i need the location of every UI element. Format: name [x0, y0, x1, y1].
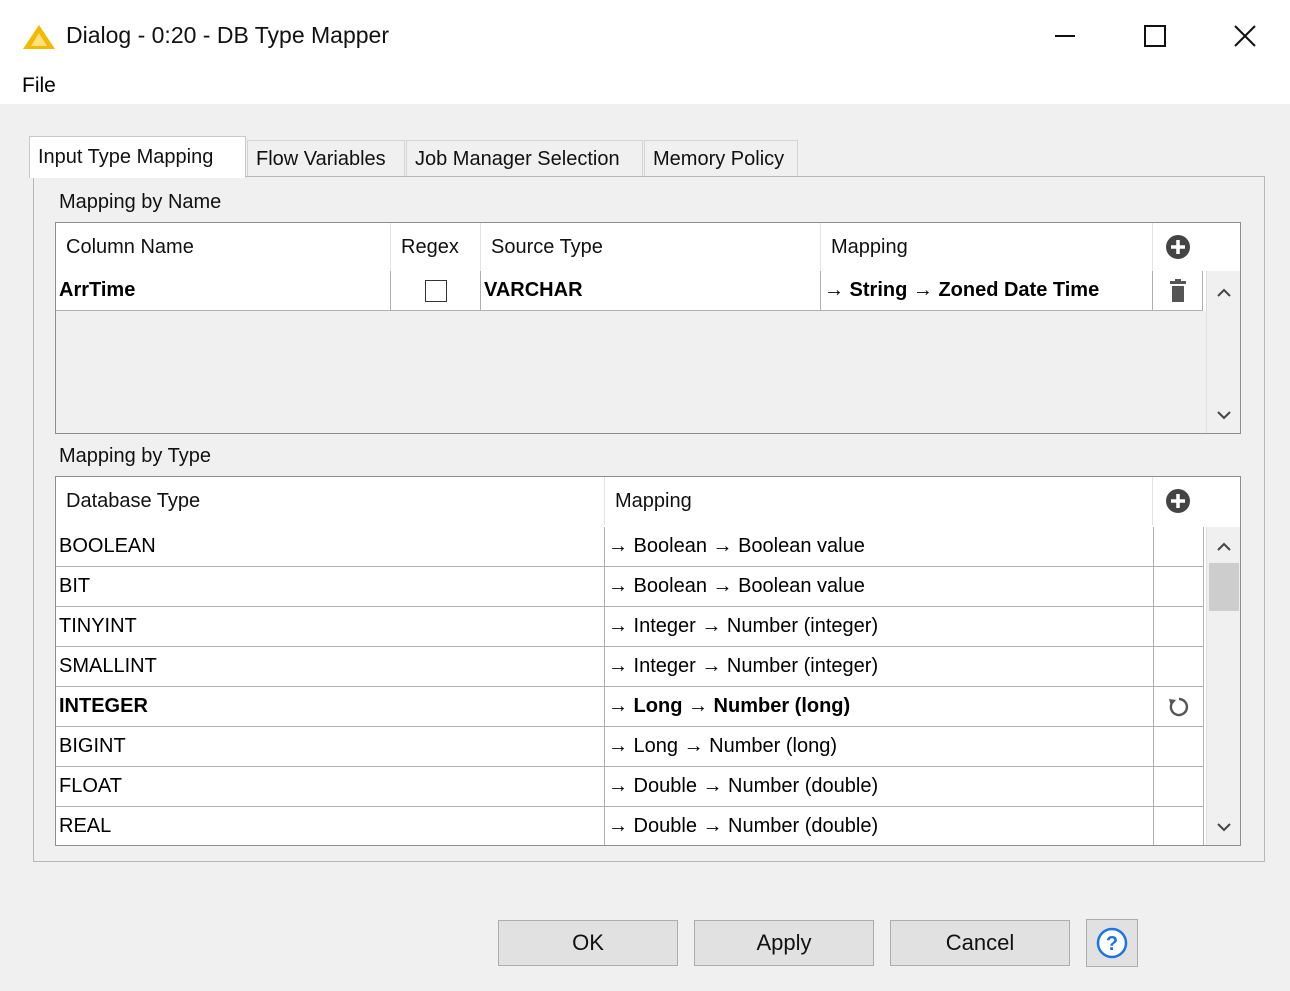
reset-icon	[1168, 697, 1188, 716]
tab-input-type-mapping[interactable]: Input Type Mapping	[29, 136, 246, 178]
add-type-mapping-button[interactable]	[1153, 477, 1203, 525]
cell-database-type[interactable]: SMALLINT	[56, 647, 605, 687]
column-header-regex[interactable]: Regex	[391, 223, 481, 271]
window-title: Dialog - 0:20 - DB Type Mapper	[66, 22, 390, 48]
cell-column-name[interactable]: ArrTime	[56, 271, 391, 311]
column-header-mapping[interactable]: Mapping	[821, 223, 1153, 271]
plus-circle-icon	[1166, 489, 1190, 513]
regex-checkbox[interactable]	[424, 279, 447, 302]
scroll-down-arrow-icon[interactable]	[1207, 403, 1241, 427]
cell-database-type[interactable]: BIGINT	[56, 727, 605, 767]
trash-icon	[1169, 278, 1186, 302]
cancel-button[interactable]: Cancel	[890, 920, 1070, 966]
mapping-by-name-table: Column Name Regex Source Type Mapping Ar…	[55, 222, 1241, 434]
menu-file[interactable]: File	[22, 74, 56, 98]
cell-action	[1154, 727, 1204, 767]
cell-action	[1154, 527, 1204, 567]
cell-mapping[interactable]: → String → Zoned Date Time	[821, 271, 1153, 311]
column-header-database-type[interactable]: Database Type	[56, 477, 605, 525]
cell-type-mapping[interactable]: → Boolean → Boolean value	[605, 527, 1154, 567]
ok-button[interactable]: OK	[498, 920, 678, 966]
help-button[interactable]: ?	[1086, 919, 1138, 967]
cell-database-type[interactable]: INTEGER	[56, 687, 605, 727]
cell-type-mapping[interactable]: → Double → Number (double)	[605, 767, 1154, 807]
vertical-scrollbar[interactable]	[1206, 271, 1241, 433]
cell-action	[1154, 767, 1204, 807]
plus-circle-icon	[1166, 235, 1190, 259]
vertical-scrollbar[interactable]	[1206, 527, 1241, 845]
tab-memory-policy[interactable]: Memory Policy	[644, 140, 798, 177]
scroll-up-arrow-icon[interactable]	[1207, 281, 1241, 305]
cell-type-mapping[interactable]: → Long → Number (long)	[605, 727, 1154, 767]
title-bar: Dialog - 0:20 - DB Type Mapper	[0, 0, 1290, 70]
tab-label: Input Type Mapping	[38, 146, 214, 168]
cell-database-type[interactable]: REAL	[56, 807, 605, 845]
tab-label: Job Manager Selection	[415, 147, 620, 170]
add-name-mapping-button[interactable]	[1153, 223, 1203, 271]
column-header-source-type[interactable]: Source Type	[481, 223, 821, 271]
empty-table-area	[56, 311, 1206, 433]
delete-row-button[interactable]	[1153, 271, 1203, 311]
scrollbar-thumb[interactable]	[1209, 563, 1239, 611]
cell-action	[1154, 607, 1204, 647]
cell-database-type[interactable]: BOOLEAN	[56, 527, 605, 567]
maximize-button[interactable]	[1130, 14, 1180, 58]
tab-job-manager-selection[interactable]: Job Manager Selection	[406, 140, 643, 177]
knime-warning-icon	[23, 25, 55, 49]
mapping-by-name-label: Mapping by Name	[59, 191, 222, 213]
menu-bar: File	[0, 70, 1290, 104]
column-header-type-mapping[interactable]: Mapping	[605, 477, 1153, 525]
column-header-column-name[interactable]: Column Name	[56, 223, 391, 271]
cell-regex[interactable]	[391, 271, 481, 311]
scroll-down-arrow-icon[interactable]	[1207, 815, 1241, 839]
scroll-up-arrow-icon[interactable]	[1207, 535, 1241, 559]
close-button[interactable]	[1220, 14, 1270, 58]
svg-text:?: ?	[1106, 933, 1118, 955]
cell-type-mapping[interactable]: → Boolean → Boolean value	[605, 567, 1154, 607]
tab-label: Memory Policy	[653, 147, 785, 170]
tab-flow-variables[interactable]: Flow Variables	[247, 140, 405, 177]
cell-action	[1154, 567, 1204, 607]
cell-database-type[interactable]: BIT	[56, 567, 605, 607]
cell-action	[1154, 647, 1204, 687]
help-icon: ?	[1096, 927, 1128, 959]
cell-type-mapping[interactable]: → Integer → Number (integer)	[605, 607, 1154, 647]
mapping-by-type-table: Database Type Mapping BOOLEAN → Boolean …	[55, 476, 1241, 846]
tab-label: Flow Variables	[256, 147, 386, 170]
mapping-by-type-label: Mapping by Type	[59, 445, 211, 467]
cell-action	[1154, 807, 1204, 845]
cell-type-mapping[interactable]: → Long → Number (long)	[605, 687, 1154, 727]
cell-type-mapping[interactable]: → Double → Number (double)	[605, 807, 1154, 845]
cell-source-type[interactable]: VARCHAR	[481, 271, 821, 311]
cell-database-type[interactable]: TINYINT	[56, 607, 605, 647]
cell-type-mapping[interactable]: → Integer → Number (integer)	[605, 647, 1154, 687]
apply-button[interactable]: Apply	[694, 920, 874, 966]
cell-database-type[interactable]: FLOAT	[56, 767, 605, 807]
reset-mapping-button[interactable]	[1154, 687, 1204, 727]
minimize-button[interactable]	[1040, 14, 1090, 58]
